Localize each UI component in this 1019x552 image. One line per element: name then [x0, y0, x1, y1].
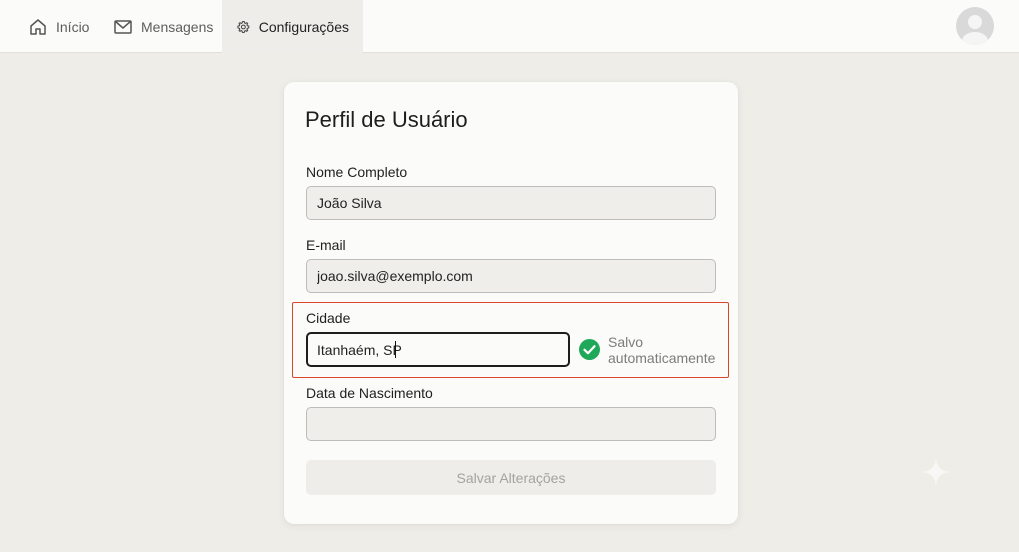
mail-icon: [114, 19, 132, 34]
autosave-status: Salvo automaticamente: [608, 334, 716, 366]
nav-item-mensagens[interactable]: Mensagens: [99, 0, 227, 53]
text-cursor: [395, 341, 396, 358]
nav-item-label: Mensagens: [141, 18, 214, 35]
nav-item-inicio[interactable]: Início: [14, 0, 103, 53]
user-avatar-icon: [962, 15, 988, 45]
nav-item-label: Início: [56, 18, 90, 35]
birth-date-label: Data de Nascimento: [306, 385, 433, 401]
full-name-field[interactable]: [306, 186, 716, 220]
check-circle-icon: [579, 339, 600, 360]
save-button[interactable]: Salvar Alterações: [306, 460, 716, 495]
user-profile-card: Perfil de Usuário Nome Completo E-mail C…: [284, 82, 738, 524]
page-title: Perfil de Usuário: [305, 107, 468, 132]
sparkle-icon: [922, 458, 950, 486]
city-label: Cidade: [306, 310, 351, 326]
home-icon: [30, 18, 46, 35]
city-field[interactable]: [306, 332, 570, 367]
name-label: Nome Completo: [306, 164, 408, 180]
avatar[interactable]: [956, 7, 994, 45]
email-field[interactable]: [306, 259, 716, 293]
nav-item-configuracoes[interactable]: Configurações: [222, 0, 363, 53]
gear-icon: [237, 20, 250, 33]
nav-item-label: Configurações: [258, 18, 349, 35]
top-navigation-bar: Início Mensagens Configurações: [0, 0, 1019, 53]
birth-date-field[interactable]: [306, 407, 716, 441]
email-label: E-mail: [306, 237, 346, 253]
